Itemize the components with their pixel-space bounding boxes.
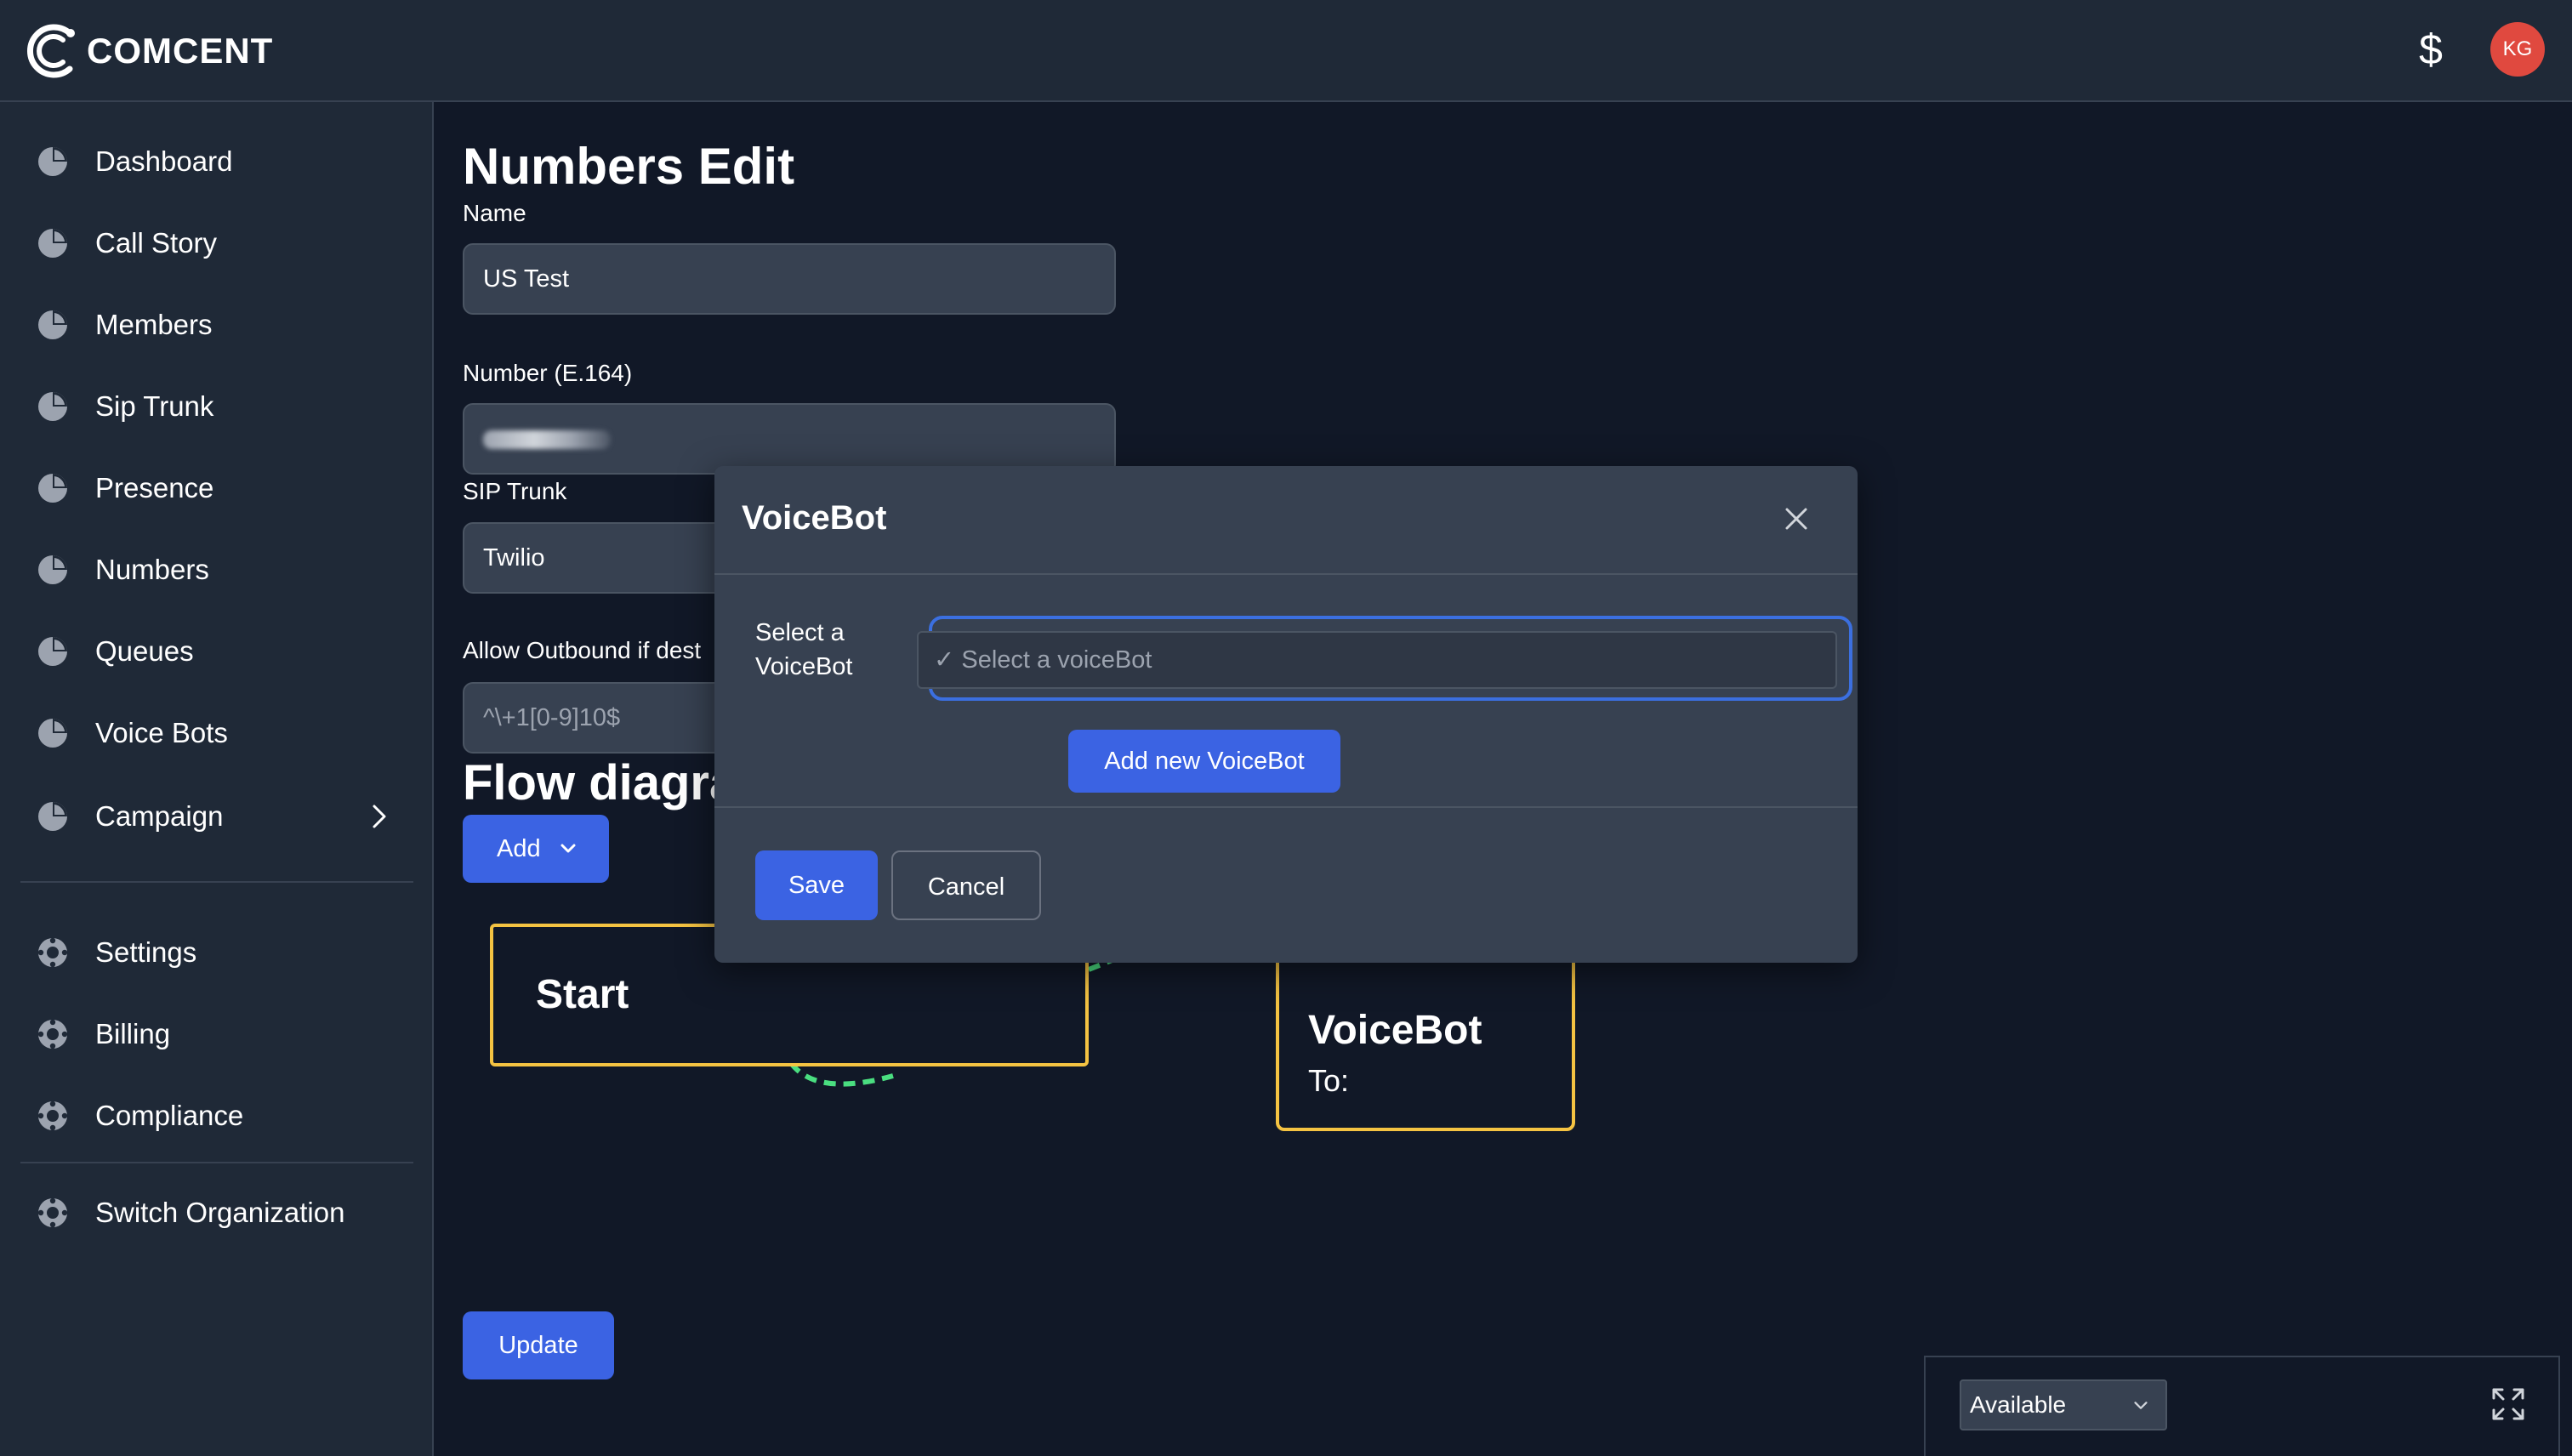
sidebar-item-label: Billing [95, 1018, 171, 1049]
close-icon[interactable] [1784, 507, 1808, 531]
logo-text: COMCENT [87, 31, 274, 71]
top-header: COMCENT $ KG [0, 0, 2572, 102]
flow-diagram-title: Flow diagra [463, 755, 737, 810]
sidebar-item-members[interactable]: Members [20, 291, 413, 359]
sidebar-item-label: Sip Trunk [95, 390, 214, 422]
add-new-voicebot-button[interactable]: Add new VoiceBot [1068, 730, 1340, 793]
modal-header-divider [714, 573, 1858, 575]
status-select[interactable]: Available [1960, 1379, 2167, 1430]
sidebar-item-label: Dashboard [95, 145, 233, 177]
sidebar-item-dashboard[interactable]: Dashboard [20, 128, 413, 196]
sidebar-item-label: Compliance [95, 1100, 244, 1131]
add-button-label: Add [497, 835, 541, 862]
sidebar-item-compliance[interactable]: Compliance [20, 1082, 413, 1150]
expand-icon[interactable] [2490, 1386, 2526, 1422]
flow-node-voicebot-title: VoiceBot [1308, 1008, 1482, 1053]
logo-icon [26, 24, 75, 78]
sidebar-item-label: Call Story [95, 227, 218, 259]
pie-chart-icon [36, 308, 70, 342]
name-label: Name [463, 200, 526, 226]
flow-node-voicebot-destination: To: [1308, 1063, 1350, 1098]
chevron-down-icon [560, 844, 576, 853]
sidebar-item-settings[interactable]: Settings [20, 919, 413, 987]
sidebar-item-voice-bots[interactable]: Voice Bots [20, 699, 413, 767]
sidebar-item-billing[interactable]: Billing [20, 1000, 413, 1068]
cancel-button[interactable]: Cancel [891, 850, 1041, 920]
sidebar-item-call-story[interactable]: Call Story [20, 209, 413, 277]
chevron-down-icon [2134, 1402, 2148, 1409]
add-button[interactable]: Add [463, 815, 609, 883]
sidebar-item-switch-organization[interactable]: Switch Organization [20, 1179, 413, 1247]
sidebar-divider [20, 1162, 413, 1163]
pie-chart-icon [36, 226, 70, 260]
sidebar-item-label: Presence [95, 472, 214, 503]
pie-chart-icon [36, 553, 70, 587]
lifebuoy-icon [36, 1017, 70, 1051]
sidebar-divider [20, 881, 413, 883]
number-input[interactable] [463, 403, 1116, 475]
voicebot-modal: VoiceBot Select a VoiceBot ✓ Select a vo… [714, 466, 1858, 963]
sidebar-item-label: Queues [95, 635, 194, 667]
agent-status-widget: Available [1924, 1356, 2560, 1456]
sidebar-item-label: Settings [95, 936, 197, 968]
pie-chart-icon [36, 390, 70, 424]
pie-chart-icon [36, 471, 70, 505]
save-button[interactable]: Save [755, 850, 878, 920]
lifebuoy-icon [36, 1099, 70, 1133]
modal-footer-divider [714, 806, 1858, 808]
sidebar-item-sip-trunk[interactable]: Sip Trunk [20, 373, 413, 441]
name-input[interactable]: US Test [463, 243, 1116, 315]
pie-chart-icon [36, 799, 70, 833]
dollar-icon[interactable]: $ [2416, 22, 2446, 77]
pie-chart-icon [36, 634, 70, 668]
sidebar-item-label: Members [95, 309, 213, 340]
logo[interactable]: COMCENT [26, 19, 273, 83]
status-select-value: Available [1970, 1391, 2067, 1418]
sidebar-item-presence[interactable]: Presence [20, 454, 413, 522]
flow-node-start-title: Start [536, 972, 629, 1017]
number-label: Number (E.164) [463, 360, 633, 386]
lifebuoy-icon [36, 936, 70, 970]
redacted-number [483, 430, 611, 449]
sidebar-item-label: Voice Bots [95, 717, 228, 748]
modal-title: VoiceBot [742, 499, 887, 537]
avatar[interactable]: KG [2490, 22, 2545, 77]
sidebar-item-campaign[interactable]: Campaign [20, 782, 413, 850]
outbound-label: Allow Outbound if dest [463, 637, 702, 663]
pie-chart-icon [36, 716, 70, 750]
sidebar-item-label: Switch Organization [95, 1197, 345, 1228]
select-voicebot-label: Select a VoiceBot [755, 619, 853, 680]
sidebar-item-numbers[interactable]: Numbers [20, 536, 413, 604]
flow-node-voicebot[interactable]: VoiceBot To: [1276, 953, 1575, 1131]
chevron-right-icon [364, 801, 395, 832]
voicebot-select[interactable]: ✓ Select a voiceBot [917, 631, 1837, 689]
update-button[interactable]: Update [463, 1311, 614, 1379]
sidebar-item-queues[interactable]: Queues [20, 617, 413, 685]
sip-trunk-label: SIP Trunk [463, 478, 567, 504]
page-title: Numbers Edit [463, 138, 795, 195]
pie-chart-icon [36, 145, 70, 179]
lifebuoy-icon [36, 1196, 70, 1230]
sidebar-item-label: Campaign [95, 800, 224, 832]
sidebar-item-label: Numbers [95, 554, 209, 585]
